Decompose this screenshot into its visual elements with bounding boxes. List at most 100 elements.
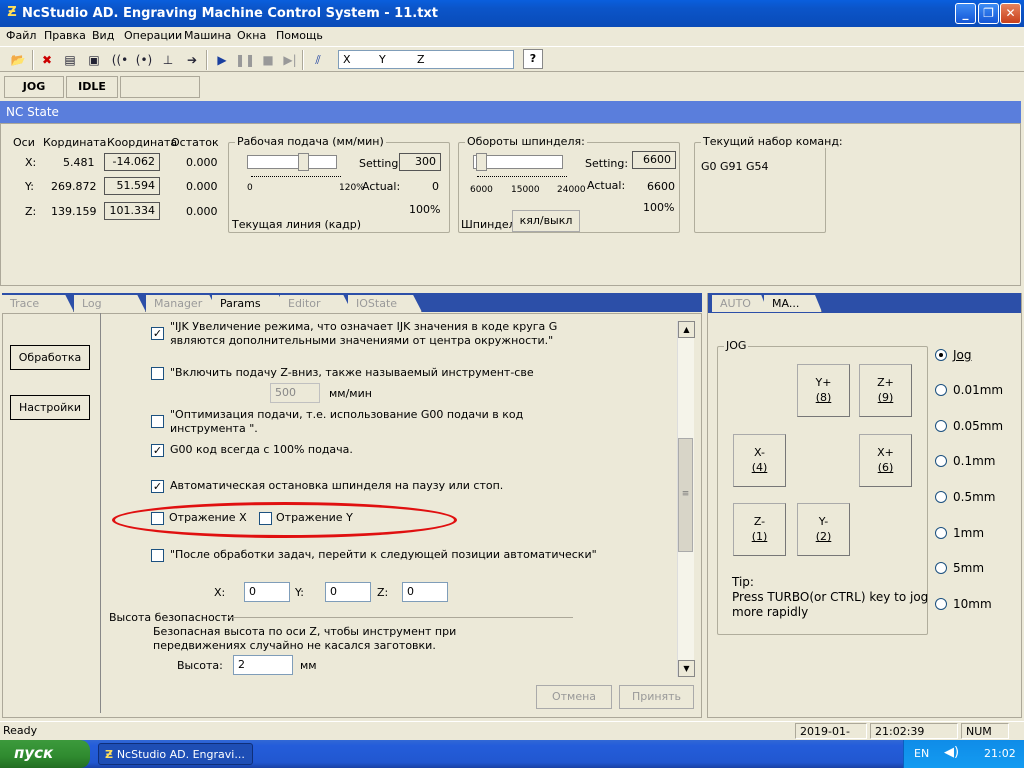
stop-icon[interactable]: ■ [258,50,278,70]
scrollbar-thumb[interactable]: ≡ [678,438,693,552]
tip-line-1: Press TURBO(or CTRL) key to jog [732,590,929,604]
jog-x-minus-button[interactable]: X- (4) [733,434,786,487]
menu-help[interactable]: Помощь [276,29,323,42]
settings-button[interactable]: Настройки [10,395,90,420]
diagonal-icon[interactable]: ⫽ [308,50,328,70]
menu-windows[interactable]: Окна [237,29,266,42]
scroll-up-icon[interactable]: ▲ [678,321,695,338]
menu-machine[interactable]: Машина [184,29,231,42]
goto-next-position-checkbox[interactable] [151,549,164,562]
step-1-radio[interactable] [935,527,947,539]
volume-icon[interactable]: ◀) [944,745,959,760]
process-button[interactable]: Обработка [10,345,90,370]
z-down-feed-checkbox[interactable] [151,367,164,380]
height-unit: мм [300,659,317,672]
right-tab-bar: AUTO MA... [708,293,1021,313]
taskbar-item[interactable]: Ƶ NcStudio AD. Engravi... [98,743,253,765]
spindle-setting-value: 6600 [632,151,676,169]
ijk-checkbox[interactable]: ✓ [151,327,164,340]
jog-x-minus-key: (4) [751,461,768,474]
scroll-down-icon[interactable]: ▼ [678,660,695,677]
origin-icon[interactable]: ⊥ [158,50,178,70]
jog-x-minus-label: X- [754,446,765,459]
z-down-feed-input[interactable]: 500 [270,383,320,403]
language-indicator[interactable]: EN [914,747,929,760]
step-jog-radio[interactable] [935,349,947,361]
red-highlight-oval [112,502,457,538]
go-origin-icon[interactable]: ➔ [182,50,202,70]
title-bar[interactable]: Ƶ NcStudio AD. Engraving Machine Control… [0,0,1024,27]
menu-file[interactable]: Файл [6,29,36,42]
rest-value: 0.000 [186,205,218,218]
next-x-input[interactable]: 0 [244,582,290,602]
feed-slider-thumb[interactable] [297,153,309,171]
tab-auto[interactable]: AUTO [712,295,768,312]
tab-trace[interactable]: Trace [2,295,74,312]
feed-optimization-checkbox[interactable] [151,415,164,428]
spindle-slider-thumb[interactable] [475,153,487,171]
start-button[interactable]: пуск [0,740,90,768]
signal-icon[interactable]: ((• [110,50,130,70]
step-1-label: 1mm [953,526,985,540]
step-icon[interactable]: ▶| [280,50,300,70]
tab-params[interactable]: Params [212,295,288,312]
auto-spindle-stop-checkbox[interactable]: ✓ [151,480,164,493]
ijk-label-1: "IJK Увеличение режима, что означает IJK… [170,320,558,333]
jog-y-minus-button[interactable]: Y- (2) [797,503,850,556]
tab-manager[interactable]: Manager [146,295,218,312]
pause-icon[interactable]: ❚❚ [235,50,255,70]
feed-setting-label: Setting: [359,157,403,170]
step-01-radio[interactable] [935,455,947,467]
tab-iostate[interactable]: IOState [348,295,422,312]
engraver-icon: Ƶ [105,748,117,761]
jog-y-plus-button[interactable]: Y+ (8) [797,364,850,417]
next-y-input[interactable]: 0 [325,582,371,602]
step-001-radio[interactable] [935,384,947,396]
menu-operations[interactable]: Операции [124,29,182,42]
work-coord: 51.594 [104,177,160,195]
jog-x-plus-button[interactable]: X+ (6) [859,434,912,487]
jog-z-minus-key: (1) [751,530,768,543]
help-icon[interactable]: ? [523,49,543,69]
toolbar-separator [302,50,304,70]
tip-title: Tip: [732,575,754,589]
height-input[interactable]: 2 [233,655,293,675]
z-down-feed-label: "Включить подачу Z-вниз, также называемы… [170,366,534,379]
close-file-icon[interactable]: ✖ [37,50,57,70]
step-005-radio[interactable] [935,420,947,432]
tab-manual[interactable]: MA... [764,295,822,312]
restore-button[interactable]: ❐ [978,3,999,24]
step-05-radio[interactable] [935,491,947,503]
goto-next-position-label: "После обработки задач, перейти к следую… [170,548,597,561]
menu-view[interactable]: Вид [92,29,114,42]
apply-button[interactable]: Принять [619,685,694,709]
signal-both-icon[interactable]: (•) [134,50,154,70]
cancel-button[interactable]: Отмена [536,685,612,709]
step-5-radio[interactable] [935,562,947,574]
play-icon[interactable]: ▶ [212,50,232,70]
coord-header: Кордината [43,136,107,149]
toolbar-separator [206,50,208,70]
open-folder-icon[interactable]: 📂 [8,50,28,70]
tab-log[interactable]: Log [74,295,146,312]
simulate-icon[interactable]: ▣ [84,50,104,70]
next-z-input[interactable]: 0 [402,582,448,602]
start-label: пуск [14,744,54,762]
document-icon[interactable]: ▤ [60,50,80,70]
step-10-label: 10mm [953,597,992,611]
coord2-header: Координата [107,136,178,149]
menu-edit[interactable]: Правка [44,29,86,42]
close-button[interactable]: ✕ [1000,3,1021,24]
step-10-radio[interactable] [935,598,947,610]
minimize-button[interactable]: _ [955,3,976,24]
jog-z-plus-button[interactable]: Z+ (9) [859,364,912,417]
xyz-field[interactable]: X Y Z [338,50,514,69]
safety-description-1: Безопасная высота по оси Z, чтобы инстру… [153,625,457,638]
tab-editor[interactable]: Editor [280,295,352,312]
g00-full-feed-checkbox[interactable]: ✓ [151,444,164,457]
spindle-toggle-button[interactable]: кял/выкл [512,210,580,232]
jog-z-minus-button[interactable]: Z- (1) [733,503,786,556]
taskbar-item-label: NcStudio AD. Engravi... [116,748,245,761]
jog-y-minus-label: Y- [818,515,829,528]
feed-slider-track[interactable] [247,155,337,169]
